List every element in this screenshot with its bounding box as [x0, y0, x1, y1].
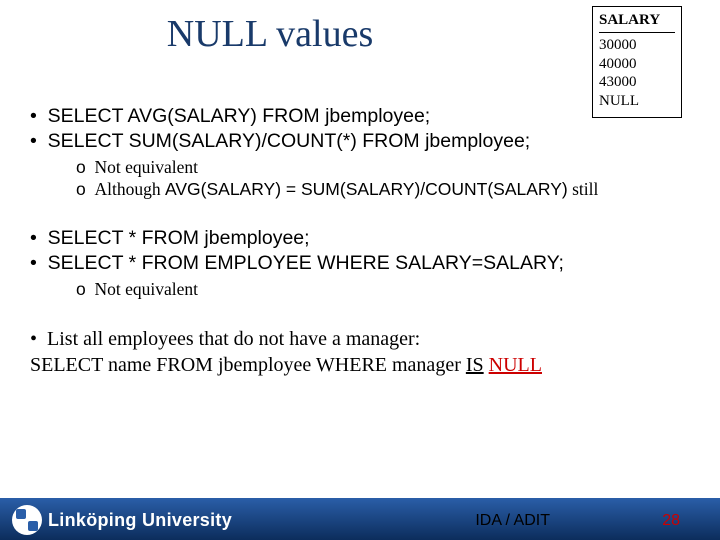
sub-not-equivalent-2: o Not equivalent: [76, 279, 690, 300]
text: SELECT name FROM jbemployee WHERE manage…: [30, 354, 466, 376]
serif-block: • List all employees that do not have a …: [30, 328, 690, 377]
page-title: NULL values: [0, 12, 540, 56]
content-area: • SELECT AVG(SALARY) FROM jbemployee; • …: [30, 105, 690, 377]
bullet-query-avg: • SELECT AVG(SALARY) FROM jbemployee;: [30, 105, 690, 128]
university-name: Linköping University: [48, 510, 232, 531]
slide: NULL values SALARY 30000 40000 43000 NUL…: [0, 0, 720, 540]
text: Not equivalent: [94, 157, 198, 177]
sub-block-1: o Not equivalent o Although AVG(SALARY) …: [76, 157, 690, 199]
sub-not-equivalent: o Not equivalent: [76, 157, 690, 178]
salary-row: 43000: [599, 73, 675, 92]
text: SELECT AVG(SALARY) FROM jbemployee;: [48, 105, 431, 127]
text: SELECT * FROM jbemployee;: [48, 227, 310, 249]
salary-row: 30000: [599, 36, 675, 55]
null-keyword: NULL: [489, 354, 542, 376]
text: SELECT SUM(SALARY)/COUNT(*) FROM jbemplo…: [48, 130, 531, 152]
bullet-list-employees: • List all employees that do not have a …: [30, 328, 690, 352]
university-logo: Linköping University: [12, 505, 232, 535]
salary-header: SALARY: [599, 11, 675, 33]
sub-although: o Although AVG(SALARY) = SUM(SALARY)/COU…: [76, 179, 690, 200]
query-is-null: SELECT name FROM jbemployee WHERE manage…: [30, 354, 690, 378]
salary-row: 40000: [599, 55, 675, 74]
bullet-query-selectall: • SELECT * FROM jbemployee;: [30, 227, 690, 250]
text-mono: AVG(SALARY) = SUM(SALARY)/COUNT(SALARY): [165, 179, 568, 199]
text: List all employees that do not have a ma…: [47, 328, 420, 350]
text: Although: [94, 179, 165, 199]
logo-icon: [12, 505, 42, 535]
text: Not equivalent: [94, 279, 198, 299]
text: still: [568, 179, 599, 199]
salary-table: SALARY 30000 40000 43000 NULL: [592, 6, 682, 118]
sub-block-2: o Not equivalent: [76, 279, 690, 300]
is-keyword: IS: [466, 354, 484, 376]
bullet-query-sumcount: • SELECT SUM(SALARY)/COUNT(*) FROM jbemp…: [30, 130, 690, 153]
text: SELECT * FROM EMPLOYEE WHERE SALARY=SALA…: [48, 252, 564, 274]
page-number: 28: [662, 512, 680, 530]
bullet-query-where-salary: • SELECT * FROM EMPLOYEE WHERE SALARY=SA…: [30, 252, 690, 275]
footer-bar: Linköping University: [0, 498, 720, 540]
footer-org: IDA / ADIT: [475, 512, 550, 530]
